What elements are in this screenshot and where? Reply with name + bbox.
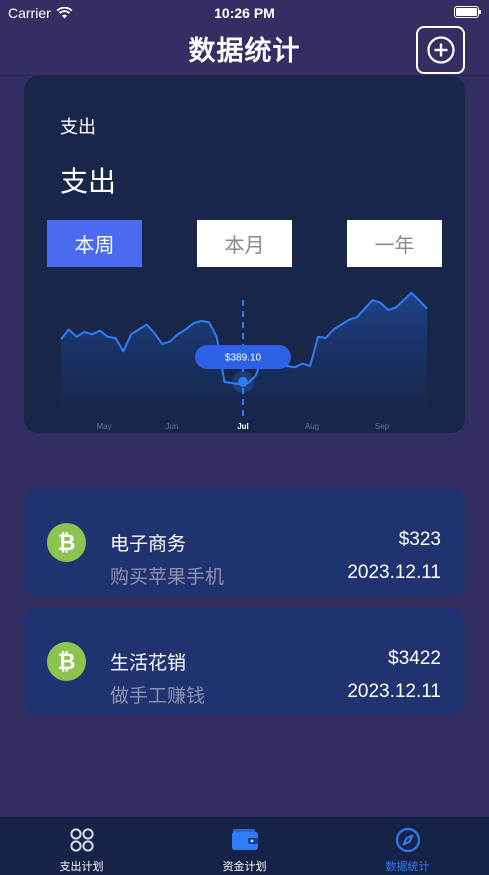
tab-label: 资金计划 (222, 860, 267, 873)
status-bar: Carrier 10:26 PM (0, 0, 489, 26)
x-axis-label: Aug (305, 422, 319, 431)
four-circles-icon (69, 828, 94, 852)
transaction-amount: $3422 (388, 648, 441, 669)
tab-statistics[interactable]: 数据统计 (326, 818, 489, 875)
transaction-card[interactable]: ₿ 电子商务 购买苹果手机 $323 2023.12.11 (24, 489, 465, 596)
transaction-description: 做手工赚钱 (110, 685, 206, 707)
card-subtitle: 支出 (60, 117, 96, 138)
card-title: 支出 (60, 165, 117, 198)
transaction-amount: $323 (398, 529, 441, 550)
tab-fund-plan[interactable]: 资金计划 (163, 818, 326, 875)
tab-week[interactable]: 本周 (47, 220, 142, 267)
compass-icon (395, 827, 420, 853)
tab-label: 支出计划 (59, 860, 104, 873)
highlight-dot[interactable] (238, 377, 248, 387)
tab-year[interactable]: 一年 (347, 220, 442, 267)
x-axis-label: Sep (375, 422, 390, 431)
tab-label: 数据统计 (385, 860, 430, 873)
tab-bar: 支出计划 资金计划 数据统计 (0, 817, 489, 875)
tab-expense-plan[interactable]: 支出计划 (0, 818, 163, 875)
nav-bar: 数据统计 (0, 26, 489, 76)
transaction-card[interactable]: ₿ 生活花销 做手工赚钱 $3422 2023.12.11 (24, 608, 465, 715)
x-axis-label: May (96, 422, 111, 431)
transaction-date: 2023.12.11 (347, 681, 441, 702)
bitcoin-icon: ₿ (47, 523, 86, 562)
x-axis-label: Jun (166, 422, 179, 431)
bitcoin-icon: ₿ (47, 642, 86, 681)
status-time: 10:26 PM (214, 5, 275, 21)
tooltip-value: $389.10 (225, 353, 262, 364)
expense-line-chart: $389.10 May Jun Jul Aug Sep (60, 291, 428, 431)
wallet-icon (231, 829, 258, 850)
x-axis-label: Jul (237, 422, 249, 431)
plus-circle-icon (426, 36, 455, 64)
add-button[interactable] (416, 26, 465, 74)
tab-month[interactable]: 本月 (197, 220, 292, 267)
transaction-category: 生活花销 (110, 652, 187, 674)
statistics-card: 支出 支出 本周 本月 一年 $389.10 May Jun Jul Aug Sep (24, 76, 465, 433)
transaction-date: 2023.12.11 (347, 562, 441, 583)
battery-icon (454, 6, 481, 18)
transaction-description: 购买苹果手机 (110, 566, 225, 588)
transaction-category: 电子商务 (110, 533, 187, 555)
